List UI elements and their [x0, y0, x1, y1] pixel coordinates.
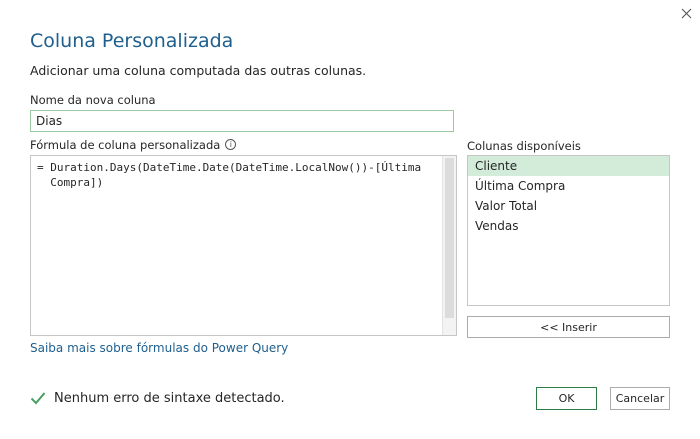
available-columns-list[interactable]: Cliente Última Compra Valor Total Vendas	[467, 155, 670, 306]
column-item-ultima-compra[interactable]: Última Compra	[468, 176, 669, 196]
info-icon[interactable]: i	[225, 139, 237, 150]
available-columns-label: Colunas disponíveis	[467, 139, 581, 153]
checkmark-icon	[30, 390, 48, 406]
new-column-name-label: Nome da nova coluna	[30, 93, 156, 107]
formula-line-2: Compra])	[37, 176, 104, 189]
formula-editor[interactable]: = Duration.Days(DateTime.Date(DateTime.L…	[30, 155, 457, 336]
syntax-status: Nenhum erro de sintaxe detectado.	[30, 390, 285, 406]
dialog-subtitle: Adicionar uma coluna computada das outra…	[30, 63, 367, 78]
formula-text[interactable]: = Duration.Days(DateTime.Date(DateTime.L…	[37, 160, 439, 190]
formula-scrollbar-thumb[interactable]	[445, 158, 454, 318]
column-item-vendas[interactable]: Vendas	[468, 216, 669, 236]
cancel-button[interactable]: Cancelar	[610, 387, 670, 410]
column-item-valor-total[interactable]: Valor Total	[468, 196, 669, 216]
formula-label-row: Fórmula de coluna personalizada i	[30, 138, 237, 152]
ok-button[interactable]: OK	[536, 387, 597, 410]
close-button[interactable]	[677, 4, 695, 22]
insert-button[interactable]: << Inserir	[467, 316, 670, 338]
new-column-name-input[interactable]	[30, 110, 454, 132]
close-icon	[681, 8, 691, 18]
formula-label: Fórmula de coluna personalizada	[30, 138, 221, 152]
dialog-title: Coluna Personalizada	[30, 30, 234, 52]
syntax-status-text: Nenhum erro de sintaxe detectado.	[54, 390, 285, 406]
formula-scrollbar[interactable]	[442, 156, 456, 335]
power-query-formulas-link[interactable]: Saiba mais sobre fórmulas do Power Query	[30, 341, 288, 355]
formula-line-1: = Duration.Days(DateTime.Date(DateTime.L…	[37, 161, 422, 174]
column-item-cliente[interactable]: Cliente	[468, 156, 669, 176]
